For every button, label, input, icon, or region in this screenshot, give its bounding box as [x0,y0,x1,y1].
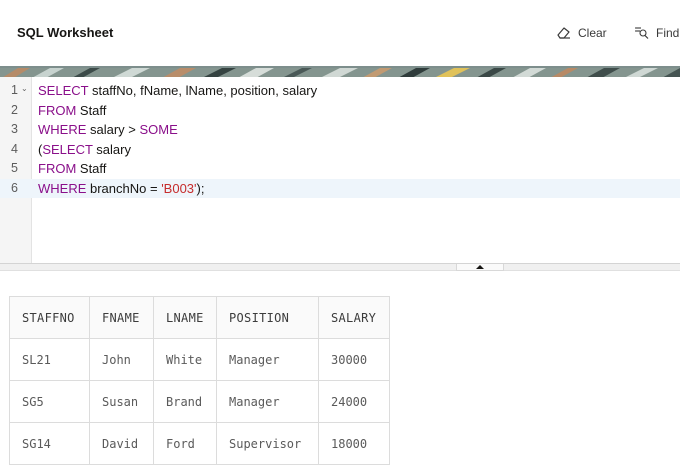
line-number: 6 [11,180,18,195]
column-header-lname[interactable]: LNAME [153,296,217,339]
code-token: Staff [76,161,107,176]
code-token: SELECT [38,83,89,98]
table-cell: Manager [216,380,319,423]
code-token: SELECT [42,141,93,157]
table-cell: SG14 [9,422,90,465]
pane-splitter[interactable] [0,264,680,271]
code-token: staffNo, fName, lName, position, salary [88,83,318,98]
code-line-active[interactable]: 6 WHERE branchNo = 'B003'); [0,178,680,198]
table-cell: Supervisor [216,422,319,465]
code-text: FROM Staff [38,103,106,118]
table-cell: SL21 [9,338,90,381]
line-number: 1 [11,83,18,97]
code-line[interactable]: 2 FROM Staff [0,101,680,121]
code-token: 'B003' [161,180,197,196]
column-header-fname[interactable]: FNAME [89,296,154,339]
code-text: WHERE salary > SOME [38,122,178,137]
code-token: ); [196,180,205,196]
table-row: SG5 Susan Brand Manager 24000 [9,380,390,423]
code-line[interactable]: 4 (SELECT salary [0,140,680,160]
table-row: SL21 John White Manager 30000 [9,338,390,381]
table-cell: 30000 [318,338,390,381]
sql-editor[interactable]: 1 ⌄ SELECT staffNo, fName, lName, positi… [0,77,680,264]
table-cell: 18000 [318,422,390,465]
column-header-position[interactable]: POSITION [216,296,319,339]
collapse-up-icon[interactable] [476,265,484,269]
code-text: (SELECT salary [38,142,131,157]
splitter-grip[interactable] [456,264,504,271]
eraser-icon [557,27,570,39]
table-row: SG14 David Ford Supervisor 18000 [9,422,390,465]
code-line[interactable]: 3 WHERE salary > SOME [0,120,680,140]
table-cell: Susan [89,380,154,423]
find-button[interactable]: Find [634,22,679,44]
table-cell: David [89,422,154,465]
find-icon [635,27,649,39]
fold-chevron-icon[interactable]: ⌄ [21,84,28,93]
column-header-salary[interactable]: SALARY [318,296,390,339]
code-token: WHERE [38,180,87,196]
code-token: FROM [38,102,77,118]
find-label: Find [656,26,680,40]
results-table: STAFFNO FNAME LNAME POSITION SALARY SL21… [9,296,390,465]
table-cell: Brand [153,380,217,423]
code-token: salary [92,141,131,157]
clear-button[interactable]: Clear [556,22,607,44]
line-number: 3 [11,122,18,136]
code-token: salary > [86,122,140,137]
table-cell: SG5 [9,380,90,423]
code-token: Staff [76,102,107,118]
table-header-row: STAFFNO FNAME LNAME POSITION SALARY [9,296,390,339]
decorative-banner [0,66,680,77]
table-cell: Manager [216,338,319,381]
table-cell: White [153,338,217,381]
line-number: 2 [11,102,18,117]
table-cell: John [89,338,154,381]
code-line[interactable]: 1 ⌄ SELECT staffNo, fName, lName, positi… [0,81,680,101]
table-cell: Ford [153,422,217,465]
code-token: FROM [38,161,77,176]
clear-label: Clear [578,26,607,40]
code-token: SOME [139,122,178,137]
line-number: 5 [11,161,18,175]
line-number: 4 [11,141,18,156]
table-cell: 24000 [318,380,390,423]
code-token: WHERE [38,122,87,137]
code-text: WHERE branchNo = 'B003'); [38,181,204,196]
column-header-staffno[interactable]: STAFFNO [9,296,90,339]
code-text: SELECT staffNo, fName, lName, position, … [38,83,317,98]
code-text: FROM Staff [38,161,106,176]
code-line[interactable]: 5 FROM Staff [0,159,680,179]
page-title: SQL Worksheet [17,25,114,40]
code-token: branchNo = [86,180,162,196]
worksheet-header: SQL Worksheet Clear Find [0,0,680,66]
